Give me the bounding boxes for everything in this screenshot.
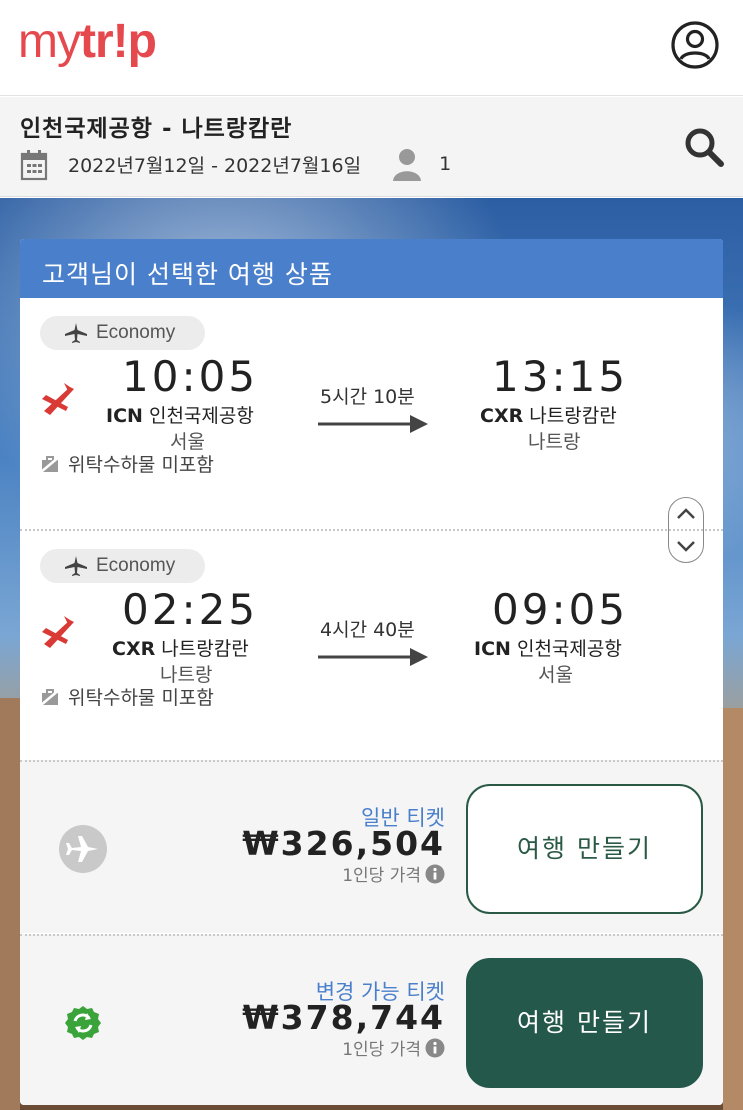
- no-baggage-icon: [40, 688, 60, 706]
- departure-airport: ICN 인천국제공항: [106, 405, 254, 427]
- refresh-badge-icon: [65, 1006, 101, 1040]
- baggage-info: 위탁수하물 미포함: [40, 450, 214, 477]
- user-circle-icon[interactable]: [670, 20, 720, 70]
- airline-logo-icon: [42, 616, 74, 648]
- fare-price: ₩378,744: [242, 998, 445, 1037]
- background-building: [0, 698, 20, 1110]
- chevron-up-icon[interactable]: [669, 498, 703, 530]
- airplane-icon: [65, 323, 87, 343]
- airplane-icon: [65, 556, 87, 576]
- cabin-class-badge: Economy: [40, 549, 205, 583]
- arrival-city: 서울: [538, 664, 573, 686]
- arrival-time: 09:05: [492, 585, 629, 634]
- per-person-label: 1인당 가격: [342, 861, 445, 886]
- airline-logo-icon: [42, 383, 74, 415]
- selected-trip-card: 고객님이 선택한 여행 상품 Economy 10:05 ICN 인천국제공항 …: [20, 239, 723, 1105]
- mytrip-logo[interactable]: mytr!p: [18, 14, 157, 69]
- create-trip-button-basic[interactable]: 여행 만들기: [466, 784, 703, 914]
- baggage-info: 위탁수하물 미포함: [40, 683, 214, 710]
- info-icon[interactable]: [425, 1038, 445, 1058]
- create-trip-button-flexible[interactable]: 여행 만들기: [466, 958, 703, 1088]
- cabin-class-badge: Economy: [40, 316, 205, 350]
- info-icon[interactable]: [425, 864, 445, 884]
- route-title: 인천국제공항 - 나트랑캄란: [20, 116, 293, 142]
- flight-leg-return[interactable]: Economy 02:25 CXR 나트랑캄란 나트랑 4시간 40분 09:0…: [20, 529, 723, 761]
- arrival-airport: ICN 인천국제공항: [474, 638, 622, 660]
- flight-duration: 4시간 40분: [320, 619, 415, 641]
- fare-option-basic: 일반 티켓 ₩326,504 1인당 가격 여행 만들기: [20, 760, 723, 933]
- background-building: [723, 708, 743, 1110]
- departure-time: 10:05: [122, 352, 259, 401]
- flight-duration: 5시간 10분: [320, 386, 415, 408]
- airplane-circle-icon: [59, 825, 107, 873]
- arrival-city: 나트랑: [528, 431, 581, 453]
- flight-leg-outbound[interactable]: Economy 10:05 ICN 인천국제공항 서울 5시간 10분 13:1…: [20, 298, 723, 530]
- arrow-right-icon: [318, 648, 428, 666]
- calendar-icon: [20, 150, 48, 181]
- arrow-right-icon: [318, 415, 428, 433]
- travel-dates: 2022년7월12일 - 2022년7월16일: [68, 154, 362, 177]
- arrival-time: 13:15: [492, 352, 629, 401]
- passenger-count: 1: [439, 153, 452, 175]
- fare-option-flexible: 변경 가능 티켓 ₩378,744 1인당 가격 여행 만들기: [20, 934, 723, 1105]
- person-icon: [393, 149, 422, 181]
- fare-price: ₩326,504: [242, 824, 445, 863]
- departure-airport: CXR 나트랑캄란: [112, 638, 249, 660]
- departure-time: 02:25: [122, 585, 259, 634]
- search-icon[interactable]: [682, 125, 726, 169]
- per-person-label: 1인당 가격: [342, 1035, 445, 1060]
- no-baggage-icon: [40, 455, 60, 473]
- arrival-airport: CXR 나트랑캄란: [480, 405, 617, 427]
- top-header: mytr!p: [0, 0, 743, 96]
- card-title: 고객님이 선택한 여행 상품: [20, 239, 723, 298]
- trip-details-row: 2022년7월12일 - 2022년7월16일 1: [20, 147, 451, 181]
- search-summary-bar[interactable]: 인천국제공항 - 나트랑캄란 2022년7월12일 - 2022년7월16일 1: [0, 97, 743, 197]
